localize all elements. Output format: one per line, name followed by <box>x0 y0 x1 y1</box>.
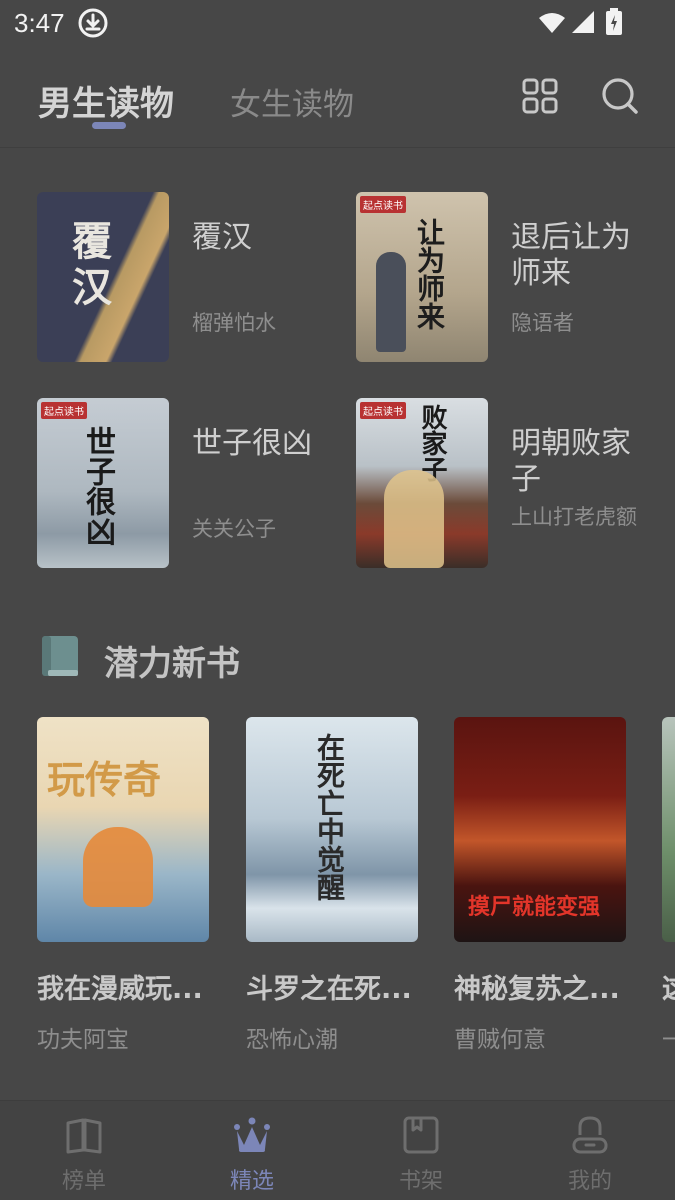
cover-title-art: 世子很凶 <box>80 426 115 546</box>
nav-item-rankings[interactable]: 榜单 <box>0 1101 168 1200</box>
search-icon[interactable] <box>600 76 640 116</box>
cover-title-art: 玩传奇 <box>47 757 162 802</box>
book-cover[interactable]: 摸尸就能变强 <box>454 717 626 942</box>
nav-item-bookshelf[interactable]: 书架 <box>337 1101 505 1200</box>
battery-icon <box>606 8 622 35</box>
book-title[interactable]: 覆汉 <box>192 220 327 256</box>
cover-badge: 起点读书 <box>360 402 406 419</box>
book-cover[interactable] <box>662 717 675 942</box>
cover-figure <box>384 470 444 568</box>
cover-title-art: 让为师来 <box>413 218 446 330</box>
featured-book[interactable]: 起点读书 让为师来 退后让为师来 隐语者 <box>356 192 656 362</box>
tab-female-reading[interactable]: 女生读物 <box>230 79 354 124</box>
open-book-icon <box>66 1118 102 1154</box>
status-time: 3:47 <box>14 8 65 38</box>
book-author[interactable]: 恐怖心潮 <box>246 1020 418 1054</box>
active-tab-indicator <box>92 122 126 129</box>
cover-badge: 起点读书 <box>360 196 406 213</box>
nav-item-profile[interactable]: 我的 <box>506 1101 674 1200</box>
book-cover[interactable]: 玩传奇 <box>37 717 209 942</box>
new-book-card[interactable]: 这 一 <box>662 717 675 1057</box>
book-title[interactable]: 这 <box>662 967 675 1006</box>
book-icon <box>42 636 78 676</box>
nav-label: 我的 <box>567 1169 612 1194</box>
book-title[interactable]: 世子很凶 <box>192 426 327 462</box>
book-author[interactable]: 曹贼何意 <box>454 1020 626 1054</box>
book-author[interactable]: 功夫阿宝 <box>37 1020 209 1054</box>
book-title[interactable]: 明朝败家子 <box>511 426 646 498</box>
book-author[interactable]: 上山打老虎额 <box>511 504 646 530</box>
nav-item-featured[interactable]: 精选 <box>168 1101 336 1200</box>
book-author[interactable]: 榴弹怕水 <box>192 310 327 336</box>
cover-title-art: 摸尸就能变强 <box>468 894 601 920</box>
nav-label: 精选 <box>229 1169 274 1194</box>
bookshelf-icon <box>403 1116 439 1154</box>
nav-label: 书架 <box>398 1169 443 1194</box>
cover-title-art: 覆汉 <box>65 220 112 312</box>
signal-icon <box>572 11 594 33</box>
book-author[interactable]: 一 <box>662 1020 675 1054</box>
book-title[interactable]: 退后让为师来 <box>511 220 646 292</box>
book-cover[interactable]: 起点读书 世子很凶 <box>37 398 169 568</box>
featured-book[interactable]: 覆汉 覆汉 榴弹怕水 <box>37 192 337 362</box>
category-grid-icon[interactable] <box>520 76 560 116</box>
top-header: 男生读物 女生读物 <box>0 48 675 148</box>
section-title: 潜力新书 <box>104 644 240 684</box>
cover-badge: 起点读书 <box>41 402 87 419</box>
book-cover[interactable]: 起点读书 让为师来 <box>356 192 488 362</box>
book-title[interactable]: 神秘复苏之... <box>454 967 626 1006</box>
featured-book[interactable]: 起点读书 世子很凶 世子很凶 关关公子 <box>37 398 337 568</box>
crown-icon <box>234 1117 270 1152</box>
bottom-navigation: 榜单 精选 书架 我的 <box>0 1100 675 1200</box>
profile-icon <box>572 1116 608 1154</box>
nav-label: 榜单 <box>61 1169 106 1194</box>
status-bar: 3:47 <box>0 0 675 48</box>
cover-figure <box>83 827 153 907</box>
book-title[interactable]: 斗罗之在死... <box>246 967 418 1006</box>
wifi-icon <box>539 13 565 33</box>
book-cover[interactable]: 在死亡中觉醒 <box>246 717 418 942</box>
book-cover[interactable]: 起点读书 败家子 <box>356 398 488 568</box>
download-icon <box>78 8 108 38</box>
book-title[interactable]: 我在漫威玩... <box>37 967 209 1006</box>
book-author[interactable]: 关关公子 <box>192 516 327 542</box>
cover-figure <box>376 252 406 352</box>
tab-male-reading[interactable]: 男生读物 <box>38 76 174 125</box>
book-cover[interactable]: 覆汉 <box>37 192 169 362</box>
book-author[interactable]: 隐语者 <box>511 310 646 336</box>
featured-book[interactable]: 起点读书 败家子 明朝败家子 上山打老虎额 <box>356 398 656 568</box>
cover-title-art: 在死亡中觉醒 <box>313 733 346 901</box>
